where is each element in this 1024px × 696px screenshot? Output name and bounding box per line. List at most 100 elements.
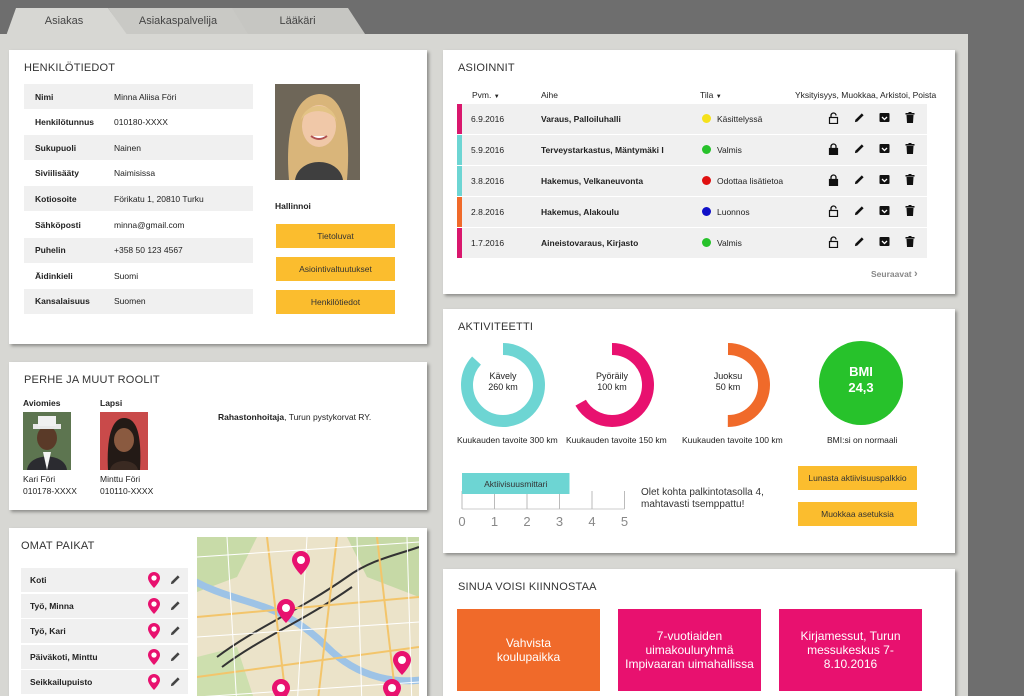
map-marker-icon[interactable] <box>272 679 290 696</box>
info-label: Siviilisääty <box>35 168 79 179</box>
place-label: Seikkailupuisto <box>30 677 93 688</box>
spouse-photo <box>23 412 71 470</box>
edit-pencil-icon[interactable] <box>170 574 181 585</box>
suggestion-text: Vahvista koulupaikka <box>496 636 561 664</box>
activity-ring: Pyöräily 100 km <box>568 341 656 429</box>
info-label: Nimi <box>35 91 54 102</box>
place-item[interactable]: Työ, Kari <box>21 619 188 644</box>
trash-icon[interactable] <box>905 205 915 216</box>
archive-icon[interactable] <box>879 174 890 185</box>
sort-date-header[interactable]: Pvm. ▼ <box>472 90 500 100</box>
meter-tick-label: 0 <box>458 514 465 529</box>
lunasta-button[interactable]: Lunasta aktiivisuuspalkkio <box>798 466 917 490</box>
status-dot <box>702 114 711 123</box>
card-title: AKTIVITEETTI <box>458 321 534 333</box>
place-item[interactable]: Seikkailupuisto <box>21 670 188 695</box>
asiointi-row[interactable]: 6.9.2016 Varaus, Palloiluhalli Käsittelyss… <box>457 104 927 134</box>
info-label: Kotiosoite <box>35 193 77 204</box>
map-pin-icon[interactable] <box>148 648 160 665</box>
asiointi-row[interactable]: 5.9.2016 Terveystarkastus, Mäntymäki I Val… <box>457 135 927 165</box>
lock-open-icon[interactable] <box>828 205 839 217</box>
asiointi-subject: Hakemus, Velkaneuvonta <box>541 176 644 186</box>
archive-icon[interactable] <box>879 143 890 154</box>
lock-icon[interactable] <box>828 143 839 155</box>
map-marker-icon[interactable] <box>277 599 295 623</box>
map-marker-icon[interactable] <box>383 679 401 696</box>
asiointi-date: 1.7.2016 <box>471 238 505 248</box>
map-marker-icon[interactable] <box>292 551 310 575</box>
tab-laakari[interactable]: Lääkäri <box>230 8 365 34</box>
asiointi-row[interactable]: 2.8.2016 Hakemus, Alakoulu Luonnos <box>457 197 927 227</box>
map-pin-icon[interactable] <box>148 674 160 691</box>
child-avatar[interactable] <box>100 412 148 470</box>
child-photo <box>100 412 148 470</box>
edit-pencil-icon[interactable] <box>854 236 865 247</box>
trash-icon[interactable] <box>905 143 915 154</box>
edit-pencil-icon[interactable] <box>854 174 865 185</box>
place-item[interactable]: Koti <box>21 568 188 592</box>
archive-icon[interactable] <box>879 236 890 247</box>
asiointivaltuutukset-button[interactable]: Asiointivaltuutukset <box>276 257 395 281</box>
edit-pencil-icon[interactable] <box>170 600 181 611</box>
asiointi-row[interactable]: 3.8.2016 Hakemus, Velkaneuvonta Odottaa li… <box>457 166 927 196</box>
place-label: Päiväkoti, Minttu <box>30 651 98 662</box>
places-map[interactable] <box>197 537 419 696</box>
henkilotiedot-button[interactable]: Henkilötiedot <box>276 290 395 314</box>
trash-icon[interactable] <box>905 236 915 247</box>
edit-pencil-icon[interactable] <box>854 112 865 123</box>
map-pin-icon[interactable] <box>148 572 160 588</box>
info-value: Förikatu 1, 20810 Turku <box>114 193 204 204</box>
place-item[interactable]: Päiväkoti, Minttu <box>21 644 188 669</box>
asiointi-status: Valmis <box>717 238 742 248</box>
sort-status-header[interactable]: Tila ▼ <box>700 90 722 100</box>
suggestion-koulupaikka[interactable]: Vahvista koulupaikka <box>457 609 600 691</box>
reward-text: Olet kohta palkintotasolla 4, mahtavasti… <box>641 487 764 510</box>
hallinnoi-label: Hallinnoi <box>275 201 311 211</box>
lock-open-icon[interactable] <box>828 112 839 124</box>
map-pin-icon[interactable] <box>148 623 160 640</box>
tietoluvat-button[interactable]: Tietoluvat <box>276 224 395 248</box>
edit-pencil-icon[interactable] <box>854 143 865 154</box>
place-item[interactable]: Työ, Minna <box>21 593 188 618</box>
edit-pencil-icon[interactable] <box>854 205 865 216</box>
col-subject-header: Aihe <box>541 90 559 100</box>
asiointi-subject: Terveystarkastus, Mäntymäki I <box>541 145 664 155</box>
info-row: Kansalaisuus Suomen <box>24 288 253 314</box>
ring-goal: Kuukauden tavoite 150 km <box>566 435 667 445</box>
tab-asiakas[interactable]: Asiakas <box>6 8 128 36</box>
asiointi-status: Luonnos <box>717 207 750 217</box>
spouse-avatar[interactable] <box>23 412 71 470</box>
edit-pencil-icon[interactable] <box>170 676 181 687</box>
edit-pencil-icon[interactable] <box>170 651 181 662</box>
asiointi-status: Käsittelyssä <box>717 114 763 124</box>
map-marker-icon[interactable] <box>393 651 411 675</box>
suggestion-kirjamessut[interactable]: Kirjamessut, Turun messukeskus 7-8.10.20… <box>779 609 922 691</box>
activity-ring: Juoksu 50 km <box>684 341 772 429</box>
status-dot <box>702 145 711 154</box>
info-row: Sähköposti minna@gmail.com <box>24 212 253 237</box>
suggestion-uimakoulu[interactable]: 7-vuotiaiden uimakouluryhmä Impivaaran u… <box>618 609 761 691</box>
edit-pencil-icon[interactable] <box>170 625 181 636</box>
asiointi-row[interactable]: 1.7.2016 Aineistovaraus, Kirjasto Valmis <box>457 228 927 258</box>
meter-axis: 0 1 2 3 4 5 Aktiivisuusmittari <box>458 473 628 529</box>
card-title: ASIOINNIT <box>458 62 515 74</box>
lock-open-icon[interactable] <box>828 236 839 248</box>
asiointi-status: Valmis <box>717 145 742 155</box>
info-value: +358 50 123 4567 <box>114 245 183 256</box>
sort-caret-icon: ▼ <box>715 94 722 100</box>
category-bar <box>457 135 462 165</box>
info-value: Minna Aliisa Föri <box>114 91 177 102</box>
lock-icon[interactable] <box>828 174 839 186</box>
tab-asiakaspalvelija[interactable]: Asiakaspalvelija <box>108 8 248 34</box>
ring-goal: Kuukauden tavoite 100 km <box>682 435 783 445</box>
trash-icon[interactable] <box>905 174 915 185</box>
trash-icon[interactable] <box>905 112 915 123</box>
next-label: Seuraavat <box>871 269 912 279</box>
asiointi-date: 3.8.2016 <box>471 176 505 186</box>
suggestion-text: 7-vuotiaiden uimakouluryhmä Impivaaran u… <box>625 629 754 671</box>
map-pin-icon[interactable] <box>148 597 160 614</box>
archive-icon[interactable] <box>879 205 890 216</box>
archive-icon[interactable] <box>879 112 890 123</box>
muokkaa-asetuksia-button[interactable]: Muokkaa asetuksia <box>798 502 917 526</box>
next-page-link[interactable]: Seuraavat › <box>871 268 918 280</box>
